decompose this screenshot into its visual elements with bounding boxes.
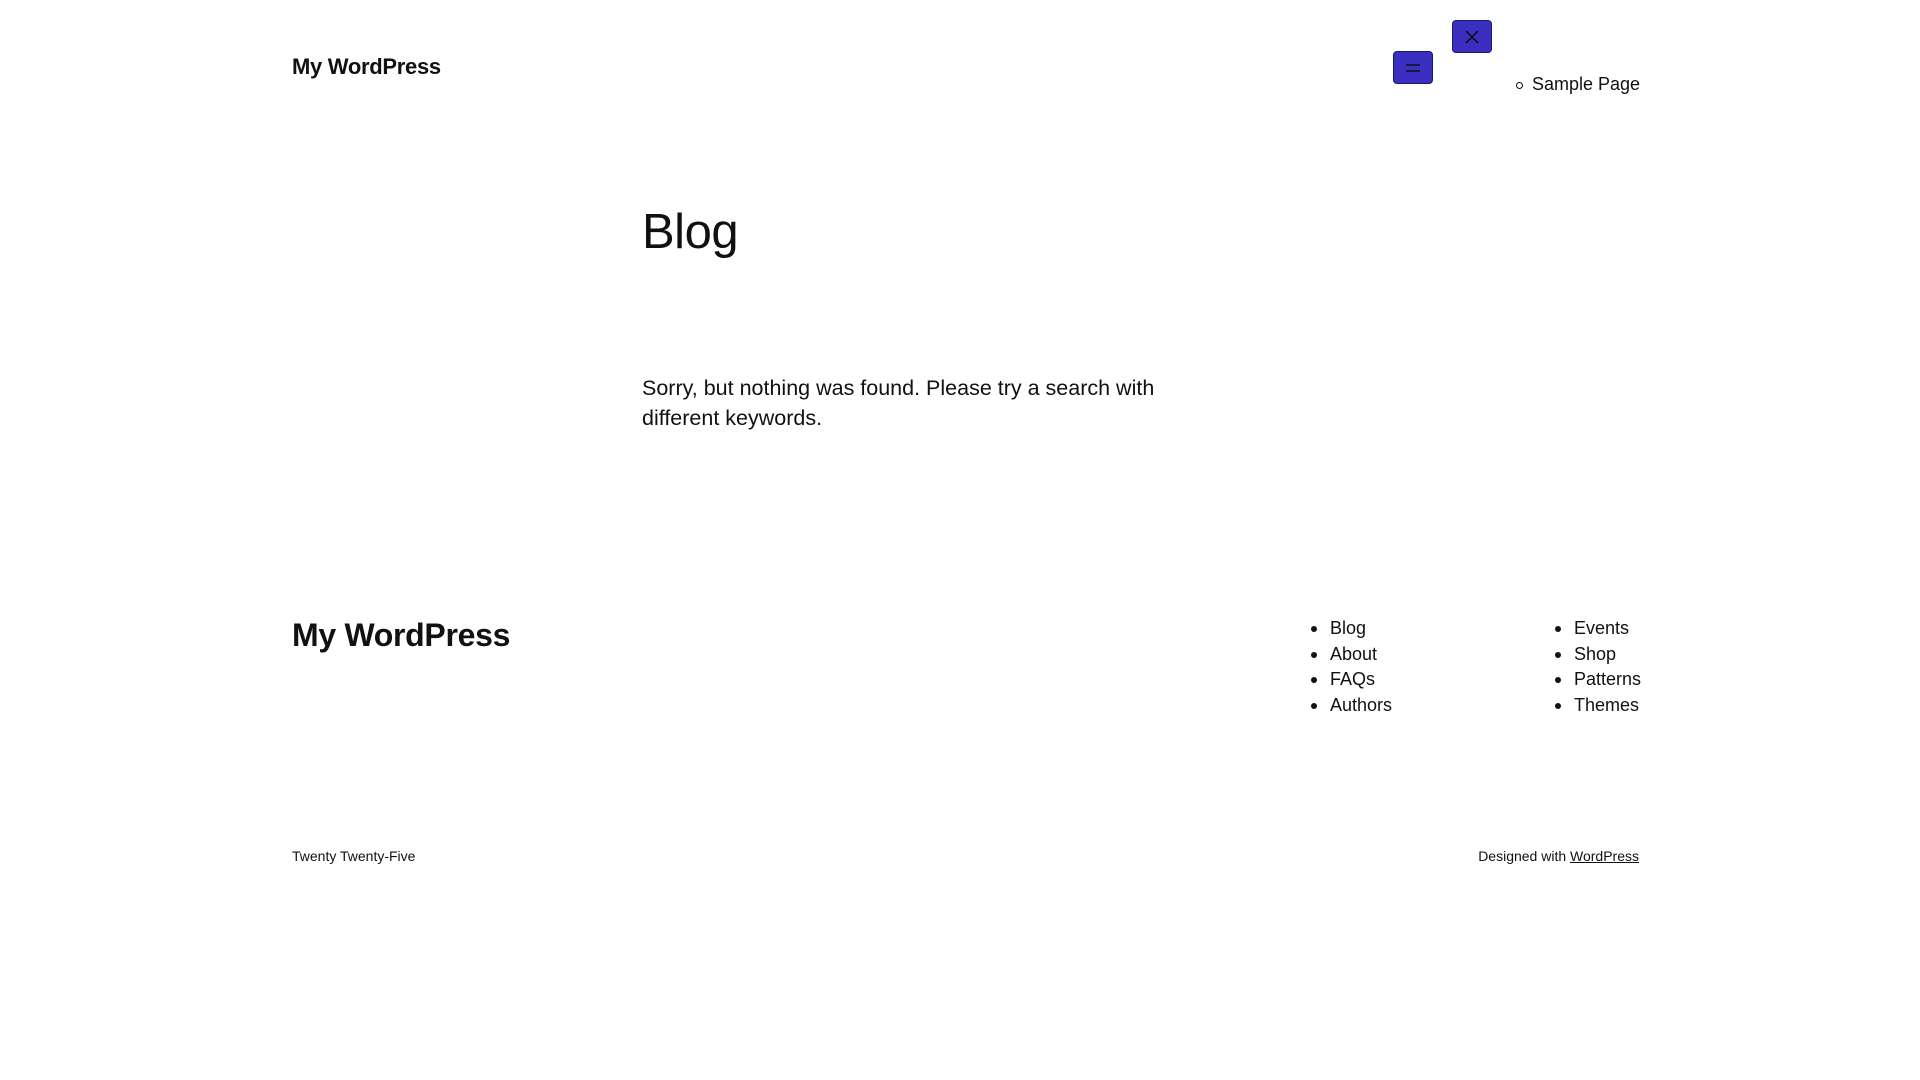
footer-site-title-link[interactable]: My WordPress (292, 615, 510, 655)
footer-nav-column-1: Blog About FAQs Authors (1311, 616, 1392, 718)
footer-link-themes[interactable]: Themes (1574, 695, 1639, 715)
footer-link-events[interactable]: Events (1574, 618, 1629, 638)
open-menu-button[interactable] (1393, 51, 1433, 84)
footer-link-authors[interactable]: Authors (1330, 695, 1392, 715)
close-icon (1465, 29, 1479, 44)
page-title: Blog (642, 205, 739, 259)
footer-nav-item-authors: Authors (1311, 693, 1392, 719)
footer-link-about[interactable]: About (1330, 644, 1377, 664)
footer-nav-item-blog: Blog (1311, 616, 1392, 642)
footer-nav-item-patterns: Patterns (1555, 667, 1641, 693)
footer-link-faqs[interactable]: FAQs (1330, 669, 1375, 689)
designed-with-credit: Designed with WordPress (1478, 847, 1639, 865)
footer-link-blog[interactable]: Blog (1330, 618, 1366, 638)
site-title-link[interactable]: My WordPress (292, 53, 441, 81)
footer-nav-item-faqs: FAQs (1311, 667, 1392, 693)
designed-with-label: Designed with (1478, 848, 1567, 864)
no-results-message: Sorry, but nothing was found. Please try… (642, 376, 1155, 430)
footer-nav-item-events: Events (1555, 616, 1641, 642)
theme-credit: Twenty Twenty-Five (292, 848, 416, 864)
footer-nav-column-2: Events Shop Patterns Themes (1555, 616, 1641, 718)
header-navigation: Sample Page (1516, 72, 1640, 96)
footer-link-patterns[interactable]: Patterns (1574, 669, 1641, 689)
page: My WordPress Sample Page Blog Sorry, but… (0, 0, 1920, 1080)
close-menu-button[interactable] (1452, 20, 1492, 53)
footer-link-shop[interactable]: Shop (1574, 644, 1616, 664)
footer-nav-item-about: About (1311, 642, 1392, 668)
footer-nav-item-shop: Shop (1555, 642, 1641, 668)
nav-item-sample-page: Sample Page (1516, 72, 1640, 96)
nav-link-sample-page[interactable]: Sample Page (1532, 74, 1640, 94)
wordpress-link[interactable]: WordPress (1570, 848, 1639, 864)
footer-nav-item-themes: Themes (1555, 693, 1641, 719)
menu-icon (1406, 63, 1420, 72)
